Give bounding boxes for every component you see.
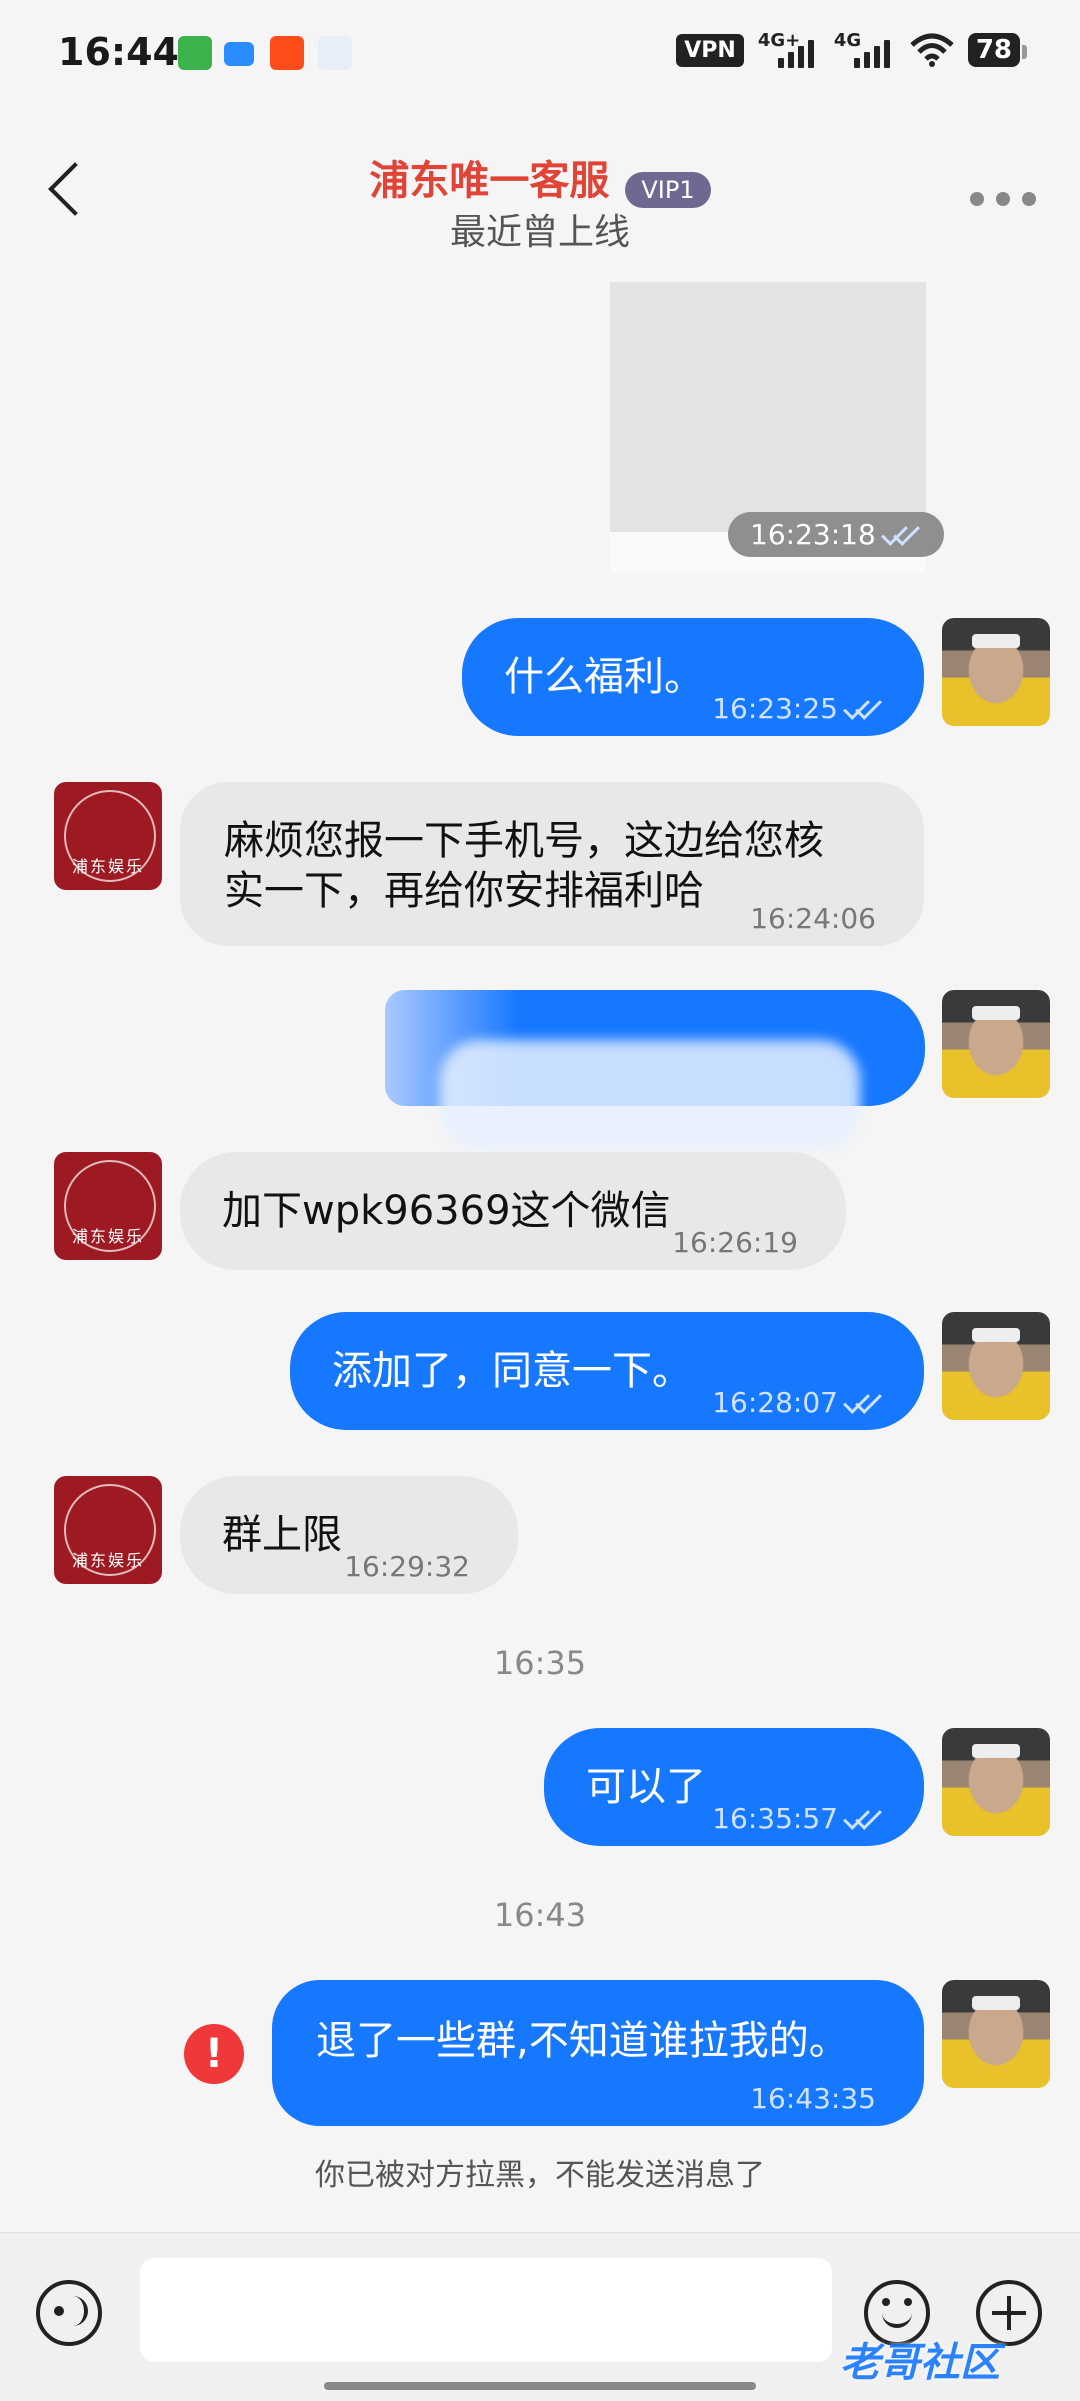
redaction-blur [440,1040,860,1150]
message-bubble[interactable]: 麻烦您报一下手机号，这边给您核 实一下，再给你安排福利哈 16:24:06 [180,782,924,946]
user-avatar[interactable] [942,1980,1050,2088]
message-text: 什么福利。 [504,654,704,700]
taobao-app-icon [270,36,304,70]
message-bubble[interactable]: 添加了，同意一下。 16:28:07 [290,1312,924,1430]
status-right: VPN 4G+ 4G 78 [676,30,1028,68]
feather-app-icon [318,36,352,70]
send-failed-icon[interactable]: ! [184,2024,244,2084]
message-text: 退了一些群,不知道谁拉我的。 [316,2018,849,2064]
user-avatar[interactable] [942,990,1050,1098]
chat-title[interactable]: 浦东唯一客服 VIP1 [0,148,1080,208]
read-receipt-icon [844,1810,884,1830]
read-receipt-icon [844,1394,884,1414]
message-text: 添加了，同意一下。 [332,1348,692,1394]
message-time: 16:23:25 [712,684,884,734]
online-status: 最近曾上线 [449,212,630,253]
message-time: 16:28:07 [712,1378,884,1428]
cloud-app-icon [224,42,254,66]
status-time: 16:44 [58,30,179,74]
message-text: 麻烦您报一下手机号，这边给您核 [224,818,824,864]
signal-4g-plus-icon: 4G+ [758,30,820,68]
message-text: 群上限 [222,1512,342,1558]
read-receipt-icon [882,526,922,546]
home-indicator[interactable] [324,2382,756,2390]
message-bubble[interactable]: 退了一些群,不知道谁拉我的。 16:43:35 [272,1980,924,2126]
battery-indicator: 78 [967,33,1028,67]
more-options-icon[interactable] [970,192,1036,206]
watermark: 老哥社区 [840,2340,1000,2386]
message-text: 可以了 [586,1764,706,1810]
message-bubble[interactable]: 群上限 16:29:32 [180,1476,518,1594]
message-text: 加下wpk96369这个微信 [222,1188,671,1234]
message-time: 16:43:35 [750,2082,876,2115]
time-separator: 16:35 [493,1644,587,1682]
message-time: 16:24:06 [750,902,876,935]
user-avatar[interactable] [942,1728,1050,1836]
contact-avatar[interactable]: 浦东娱乐 [54,1476,162,1584]
wifi-icon [910,33,954,67]
message-bubble[interactable]: 什么福利。 16:23:25 [462,618,924,736]
contact-avatar[interactable]: 浦东娱乐 [54,782,162,890]
time-separator: 16:43 [493,1896,587,1934]
message-time: 16:26:19 [672,1226,798,1259]
blocked-notice: 你已被对方拉黑，不能发送消息了 [315,2158,765,2193]
message-text: 实一下，再给你安排福利哈 [224,868,704,914]
user-avatar[interactable] [942,1312,1050,1420]
check-app-icon [178,36,212,70]
signal-4g-icon: 4G [834,30,896,68]
message-time: 16:23:18 [728,512,944,557]
message-time: 16:35:57 [712,1794,884,1844]
read-receipt-icon [844,700,884,720]
vpn-badge: VPN [676,33,744,67]
user-avatar[interactable] [942,618,1050,726]
contact-avatar[interactable]: 浦东娱乐 [54,1152,162,1260]
contact-name: 浦东唯一客服 [369,158,610,204]
message-bubble[interactable]: 加下wpk96369这个微信 16:26:19 [180,1152,846,1270]
message-bubble[interactable]: 可以了 16:35:57 [544,1728,924,1846]
voice-input-icon[interactable] [36,2280,102,2346]
message-time: 16:29:32 [344,1550,470,1583]
message-input[interactable] [140,2258,832,2362]
